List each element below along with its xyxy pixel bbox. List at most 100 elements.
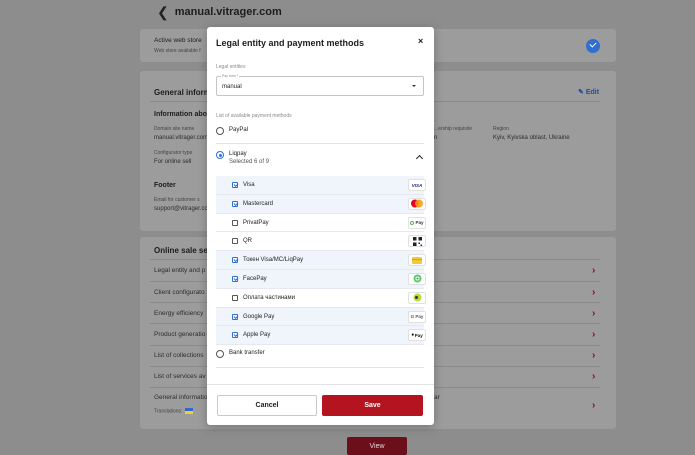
option-label: Токен Visa/MC/LiqPay	[243, 257, 304, 264]
divider	[216, 367, 424, 368]
online-sale-item[interactable]: General informatio	[154, 394, 207, 401]
card-token-icon	[408, 254, 426, 267]
facepay-logo-icon	[408, 272, 426, 285]
page-header: ❮ manual.vitrager.com	[140, 0, 616, 24]
list-item[interactable]: FacePay	[216, 269, 426, 289]
checkbox[interactable]	[232, 200, 238, 207]
cancel-button[interactable]: Cancel	[217, 395, 317, 416]
domain-label: Domain site name	[154, 126, 195, 132]
email-value: support@vitrager.co	[154, 206, 208, 212]
edit-button[interactable]: ✎ Edit	[578, 88, 599, 96]
list-item[interactable]: Google Pay G Pay	[216, 307, 426, 327]
modal-footer-divider	[207, 384, 434, 385]
chevron-right-icon[interactable]: ›	[592, 287, 595, 298]
edit-label: Edit	[585, 89, 600, 96]
chevron-right-icon[interactable]: ›	[592, 308, 595, 319]
back-arrow-icon[interactable]: ❮	[157, 4, 169, 21]
checkbox[interactable]	[232, 257, 238, 264]
ukraine-flag-icon	[185, 408, 194, 414]
active-store-title: Active web store	[154, 37, 202, 44]
list-item[interactable]: Оплата частинами	[216, 289, 426, 308]
checkbox[interactable]	[232, 313, 238, 320]
divider	[216, 143, 424, 144]
payment-methods-modal: Legal entity and payment methods × Legal…	[207, 27, 434, 425]
method-label: PayPal	[229, 127, 249, 133]
list-item[interactable]: Токен Visa/MC/LiqPay	[216, 251, 426, 270]
translations-text: Translations:	[154, 408, 183, 415]
method-selected-count: Selected 6 of 9	[229, 159, 270, 165]
radio-button[interactable]	[216, 350, 224, 358]
installments-logo-icon	[408, 291, 426, 304]
config-label: Configurator type	[154, 150, 193, 156]
option-label: FacePay	[243, 275, 267, 282]
method-liqpay[interactable]: Liqpay Selected 6 of 9	[216, 151, 424, 169]
chevron-right-icon[interactable]: ›	[592, 350, 595, 361]
view-button[interactable]: View	[347, 437, 407, 455]
email-label: Email for customer s	[154, 197, 200, 203]
pencil-icon: ✎	[578, 89, 584, 96]
option-label: Google Pay	[243, 313, 275, 320]
checkbox[interactable]	[232, 182, 238, 188]
domain-value: manual.vitrager.com	[154, 135, 209, 141]
method-label: Bank transfer	[229, 350, 265, 356]
checkbox[interactable]	[232, 275, 238, 282]
general-info-title: General inform	[154, 88, 211, 97]
option-label: Оплата частинами	[243, 294, 295, 301]
region-value: Kyiv, Kyivska oblast, Ukraine	[493, 135, 570, 141]
checkbox[interactable]	[232, 219, 238, 226]
method-paypal[interactable]: PayPal	[216, 127, 424, 137]
method-label: Liqpay	[229, 151, 247, 157]
checkbox[interactable]	[232, 332, 238, 339]
visa-logo-icon: VISA	[408, 179, 426, 191]
ownership-value: n	[434, 135, 438, 141]
chevron-right-icon[interactable]: ›	[592, 400, 595, 411]
google-pay-logo-icon: G Pay	[408, 310, 426, 323]
option-label: Mastercard	[243, 200, 274, 207]
online-sale-item[interactable]: List of collections	[154, 352, 204, 359]
chevron-right-icon[interactable]: ›	[592, 371, 595, 382]
chevron-right-icon[interactable]: ›	[592, 265, 595, 276]
active-store-subtitle: Web store available f	[154, 48, 201, 54]
list-item[interactable]: PrivatPay Pay	[216, 214, 426, 233]
apple-pay-logo-text: Pay	[414, 332, 423, 338]
pay-form-label: Pay form *	[221, 74, 240, 78]
legal-entities-label: Legal entities	[216, 64, 246, 70]
radio-button[interactable]	[216, 127, 224, 135]
list-item[interactable]: Apple Pay ● Pay	[216, 326, 426, 346]
translations-label: Translations:	[154, 408, 194, 415]
option-label: PrivatPay	[243, 219, 269, 226]
method-bank-transfer[interactable]: Bank transfer	[216, 350, 424, 360]
save-button[interactable]: Save	[322, 395, 423, 416]
online-sale-item[interactable]: Product generatio	[154, 331, 205, 338]
pay-form-value: manual	[222, 84, 242, 90]
option-label: Visa	[243, 182, 255, 188]
checkbox[interactable]	[232, 294, 238, 301]
radio-button[interactable]	[216, 151, 224, 159]
online-sale-item[interactable]: Legal entity and p	[154, 267, 205, 274]
checkbox[interactable]	[232, 238, 238, 245]
pay-form-select[interactable]: Pay form * manual	[216, 74, 424, 96]
active-store-toggle[interactable]	[586, 39, 600, 53]
mastercard-logo-icon	[408, 197, 426, 210]
list-item[interactable]: Mastercard	[216, 194, 426, 214]
chevron-right-icon[interactable]: ›	[592, 329, 595, 340]
config-value: For online sell	[154, 159, 192, 165]
online-sale-item[interactable]: Client configurato	[154, 289, 205, 296]
online-sale-item[interactable]: List of services av	[154, 373, 206, 380]
list-item[interactable]: QR	[216, 232, 426, 252]
info-title: Information abou	[154, 111, 212, 118]
page-title: manual.vitrager.com	[174, 6, 282, 18]
region-label: Region	[493, 126, 509, 132]
option-label: Apple Pay	[243, 332, 271, 339]
close-icon[interactable]: ×	[418, 36, 423, 46]
privatpay-logo-text: Pay	[415, 220, 424, 226]
general-info-suffix: ar	[434, 394, 440, 401]
payment-methods-label: List of available payment methods	[216, 113, 292, 119]
caret-down-icon	[412, 85, 416, 87]
list-item[interactable]: Visa VISA	[216, 176, 426, 195]
liqpay-options-list: Visa VISA Mastercard PrivatPay Pay QR То…	[216, 176, 426, 346]
online-sale-item[interactable]: Energy efficiency	[154, 310, 203, 317]
privatpay-logo-icon: Pay	[408, 216, 426, 229]
modal-title: Legal entity and payment methods	[216, 38, 365, 48]
ownership-label: ...ership requisite	[434, 126, 473, 132]
